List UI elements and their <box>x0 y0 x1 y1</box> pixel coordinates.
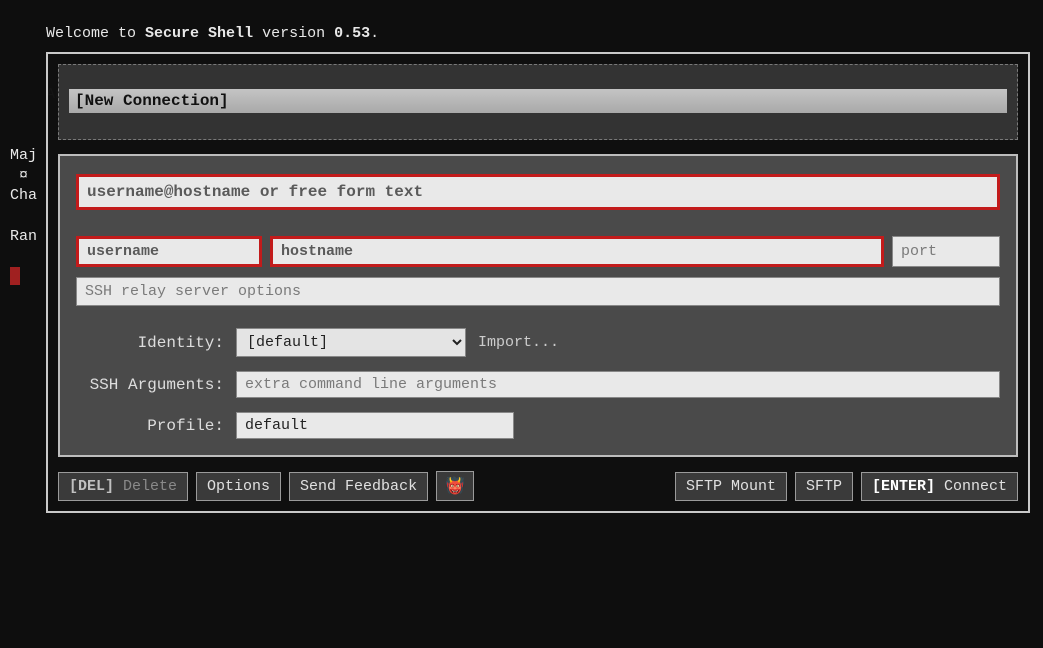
ssh-relay-input[interactable] <box>76 277 1000 306</box>
ogre-icon-button[interactable]: 👹 <box>436 471 474 501</box>
ogre-icon: 👹 <box>445 478 465 496</box>
connection-string-input[interactable] <box>76 174 1000 210</box>
connection-dialog: [New Connection] Identity: [default] Imp… <box>46 52 1030 513</box>
port-input[interactable] <box>892 236 1000 267</box>
delete-button[interactable]: [DEL] Delete <box>58 472 188 501</box>
sftp-mount-button[interactable]: SFTP Mount <box>675 472 787 501</box>
profile-input[interactable] <box>236 412 514 439</box>
version-number: 0.53 <box>334 25 370 42</box>
sftp-button[interactable]: SFTP <box>795 472 853 501</box>
send-feedback-button[interactable]: Send Feedback <box>289 472 428 501</box>
button-bar: [DEL] Delete Options Send Feedback 👹 SFT… <box>58 471 1018 501</box>
connect-button[interactable]: [ENTER] Connect <box>861 472 1018 501</box>
profile-label: Profile: <box>76 417 224 435</box>
connection-form: Identity: [default] Import... SSH Argume… <box>58 154 1018 457</box>
identity-select[interactable]: [default] <box>236 328 466 357</box>
username-input[interactable] <box>76 236 262 267</box>
welcome-text: Welcome to <box>46 25 145 42</box>
terminal-cursor <box>10 267 20 285</box>
ssh-arguments-input[interactable] <box>236 371 1000 398</box>
options-button[interactable]: Options <box>196 472 281 501</box>
identity-label: Identity: <box>76 334 224 352</box>
ssh-args-label: SSH Arguments: <box>76 376 224 394</box>
import-link[interactable]: Import... <box>478 334 559 351</box>
connection-list-item[interactable]: [New Connection] <box>69 89 1007 113</box>
connection-list[interactable]: [New Connection] <box>58 64 1018 140</box>
hostname-input[interactable] <box>270 236 884 267</box>
app-name: Secure Shell <box>145 25 253 42</box>
